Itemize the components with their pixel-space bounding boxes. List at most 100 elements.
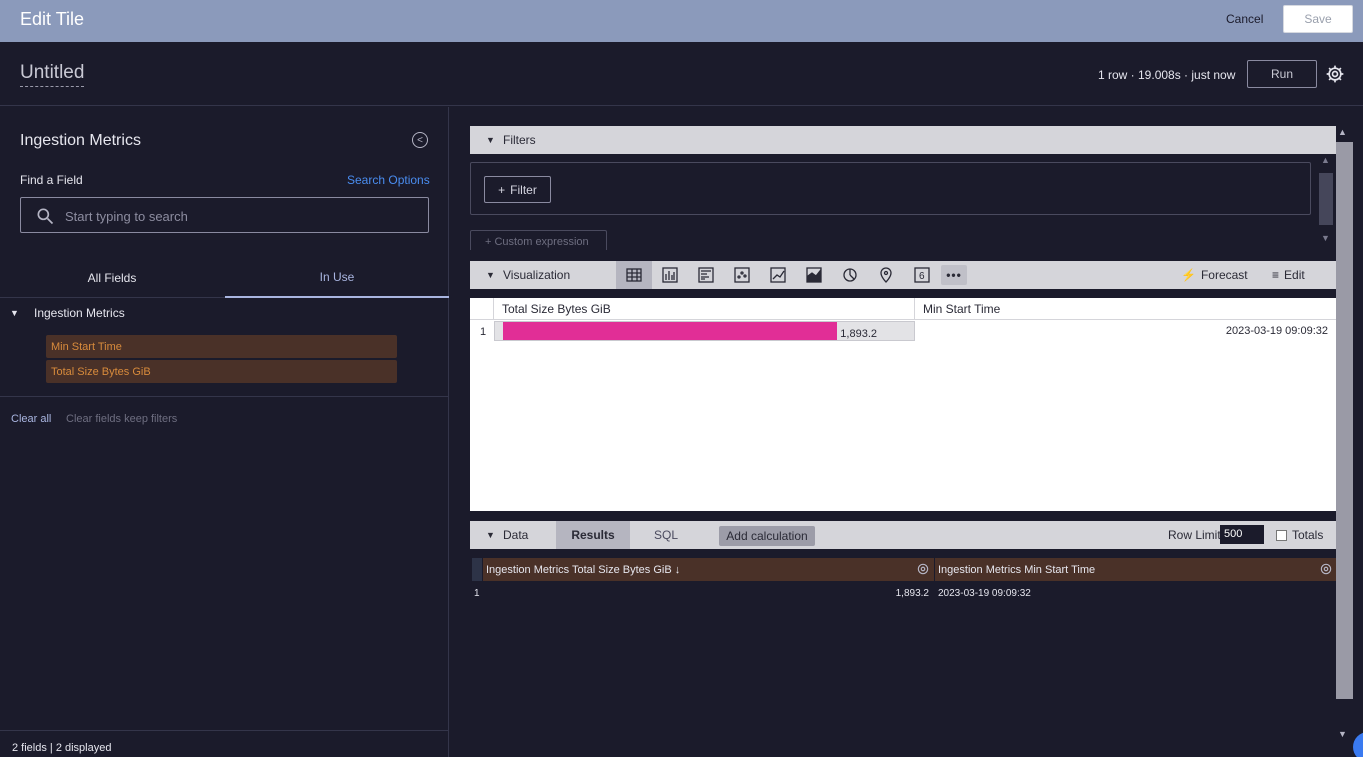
- plus-icon: +: [498, 182, 506, 197]
- explore-title: Ingestion Metrics: [20, 132, 141, 149]
- tile-name-input[interactable]: Untitled: [20, 62, 85, 87]
- search-input[interactable]: [65, 205, 415, 227]
- row-limit-label: Row Limit: [1168, 528, 1221, 542]
- add-calculation-button[interactable]: Add calculation: [719, 526, 815, 546]
- more-viz-icon[interactable]: •••: [940, 261, 968, 289]
- divider: [0, 730, 449, 731]
- field-picker-panel: Ingestion Metrics < Find a Field Search …: [0, 107, 449, 757]
- caret-down-icon: ▼: [486, 135, 495, 145]
- fields-count: 2 fields | 2 displayed: [12, 742, 112, 754]
- row-number: 1: [480, 326, 487, 338]
- field-min-start-time[interactable]: Min Start Time: [46, 335, 397, 358]
- search-icon: [37, 208, 54, 225]
- totals-toggle[interactable]: Totals: [1276, 528, 1323, 542]
- chevron-up-icon[interactable]: ▲: [1321, 155, 1330, 165]
- results-column-header[interactable]: Ingestion Metrics Total Size Bytes GiB ↓: [483, 558, 934, 581]
- gear-icon[interactable]: [916, 562, 930, 576]
- page-title: Edit Tile: [20, 9, 85, 29]
- save-button[interactable]: Save: [1283, 5, 1353, 33]
- divider: [470, 319, 1336, 320]
- field-tabs: All Fields In Use: [0, 257, 449, 298]
- filter-button-label: Filter: [510, 182, 537, 197]
- svg-text:6: 6: [919, 271, 925, 282]
- tab-results[interactable]: Results: [556, 521, 630, 549]
- search-options-link[interactable]: Search Options: [347, 173, 430, 187]
- viz-column-header: Min Start Time: [923, 302, 1001, 316]
- caret-down-icon: ▼: [10, 308, 19, 318]
- tab-all-fields[interactable]: All Fields: [0, 257, 224, 298]
- totals-checkbox[interactable]: [1276, 529, 1287, 541]
- column-label: Ingestion Metrics Total Size Bytes GiB: [486, 564, 672, 576]
- visualization-canvas: Total Size Bytes GiB Min Start Time 1 1,…: [470, 298, 1336, 511]
- scatter-chart-icon[interactable]: [724, 261, 760, 289]
- edit-label: Edit: [1284, 268, 1305, 282]
- clear-fields-keep-filters-link[interactable]: Clear fields keep filters: [66, 413, 177, 425]
- top-bar: Edit Tile Cancel Save: [0, 0, 1363, 42]
- table-viz-icon[interactable]: [616, 261, 652, 289]
- visualization-section-bar: ▼ Visualization 6 ••• ⚡ Forecast ≡ Edit: [470, 261, 1336, 289]
- edit-viz-button[interactable]: ≡ Edit: [1272, 268, 1305, 282]
- data-bar: [503, 322, 837, 340]
- filter-box: + Filter: [470, 162, 1311, 215]
- divider: [0, 396, 449, 397]
- single-value-icon[interactable]: 6: [904, 261, 940, 289]
- custom-expression-label: Custom expression: [494, 236, 589, 248]
- view-label: Ingestion Metrics: [34, 306, 125, 320]
- custom-expression-tab[interactable]: + Custom expression: [470, 230, 607, 250]
- collapse-panel-icon[interactable]: <: [412, 132, 428, 148]
- data-section-bar: ▼ Data Results SQL Add calculation Row L…: [470, 521, 1336, 549]
- bar-cell: 1,893.2: [494, 321, 915, 341]
- filter-scrollbar[interactable]: ▲ ▼: [1319, 155, 1333, 245]
- table-cell: 2023-03-19 09:09:32: [938, 588, 1031, 599]
- area-chart-icon[interactable]: [796, 261, 832, 289]
- scroll-thumb[interactable]: [1319, 173, 1333, 225]
- gear-icon[interactable]: [1325, 64, 1345, 84]
- row-limit-input[interactable]: 500: [1220, 525, 1264, 544]
- add-filter-button[interactable]: + Filter: [484, 176, 551, 203]
- chevron-up-icon[interactable]: ▲: [1338, 127, 1347, 137]
- cancel-button[interactable]: Cancel: [1226, 12, 1263, 26]
- results-header-row: Ingestion Metrics Total Size Bytes GiB ↓…: [470, 558, 1336, 581]
- forecast-button[interactable]: ⚡ Forecast: [1181, 268, 1248, 282]
- tab-sql[interactable]: SQL: [654, 528, 678, 542]
- gear-icon[interactable]: [1319, 562, 1333, 576]
- line-chart-icon[interactable]: [760, 261, 796, 289]
- visualization-label[interactable]: Visualization: [503, 268, 570, 282]
- forecast-icon: ⚡: [1181, 268, 1196, 282]
- bar-value: 1,893.2: [840, 328, 877, 340]
- viz-column-header: Total Size Bytes GiB: [502, 302, 611, 316]
- viz-type-picker: 6 •••: [616, 261, 968, 289]
- totals-label: Totals: [1292, 528, 1324, 542]
- row-number: 1: [474, 588, 480, 599]
- chevron-down-icon[interactable]: ▼: [1321, 233, 1330, 243]
- table-row: 1 1,893.2 2023-03-19 09:09:32: [470, 587, 1336, 603]
- column-divider: [493, 298, 494, 320]
- results-column-header[interactable]: Ingestion Metrics Min Start Time: [935, 558, 1336, 581]
- field-search-box[interactable]: [20, 197, 429, 233]
- row-number-header: [472, 558, 482, 581]
- pie-chart-icon[interactable]: [832, 261, 868, 289]
- field-total-size-bytes[interactable]: Total Size Bytes GiB: [46, 360, 397, 383]
- data-label[interactable]: Data: [503, 528, 528, 542]
- find-field-label: Find a Field: [20, 173, 83, 187]
- forecast-label: Forecast: [1200, 268, 1248, 282]
- caret-down-icon[interactable]: ▼: [486, 270, 495, 280]
- run-button[interactable]: Run: [1247, 60, 1317, 88]
- bar-chart-icon[interactable]: [688, 261, 724, 289]
- tile-header: Untitled 1 row · 19.008s · just now Run: [0, 42, 1363, 106]
- column-chart-icon[interactable]: [652, 261, 688, 289]
- column-divider: [914, 298, 915, 320]
- time-value: 2023-03-19 09:09:32: [1225, 325, 1328, 337]
- sliders-icon: ≡: [1272, 268, 1280, 282]
- tab-in-use[interactable]: In Use: [225, 257, 449, 298]
- view-group-header[interactable]: ▼ Ingestion Metrics: [0, 305, 449, 323]
- chevron-down-icon[interactable]: ▼: [1338, 729, 1347, 739]
- table-cell: 1,893.2: [895, 588, 929, 599]
- map-pin-icon[interactable]: [868, 261, 904, 289]
- clear-all-link[interactable]: Clear all: [11, 413, 51, 425]
- sort-desc-icon: ↓: [671, 564, 681, 576]
- filters-section-bar[interactable]: ▼ Filters: [470, 126, 1336, 154]
- filters-label: Filters: [503, 133, 536, 147]
- caret-down-icon[interactable]: ▼: [486, 530, 495, 540]
- main-scrollbar[interactable]: [1336, 142, 1353, 699]
